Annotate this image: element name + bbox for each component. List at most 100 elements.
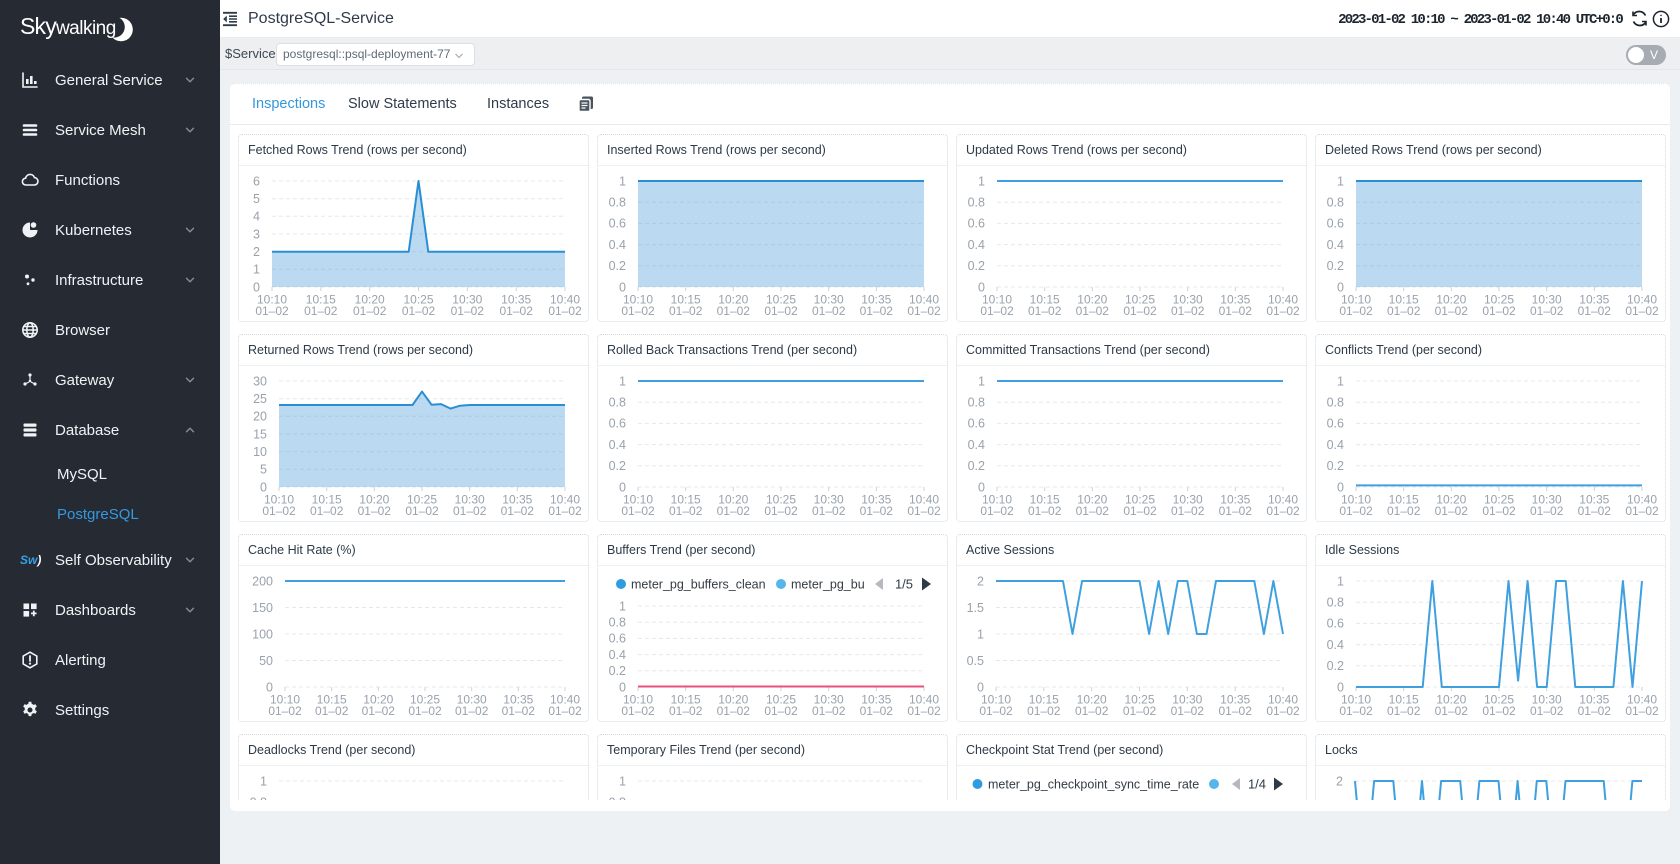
svg-text:01–02: 01–02 — [548, 704, 582, 718]
svg-text:0.2: 0.2 — [609, 664, 626, 678]
svg-text:1: 1 — [619, 374, 626, 388]
svg-text:01–02: 01–02 — [979, 704, 1013, 718]
svg-text:0.4: 0.4 — [609, 648, 626, 662]
svg-text:0.6: 0.6 — [1327, 217, 1344, 231]
svg-text:01–02: 01–02 — [1219, 504, 1253, 518]
svg-text:1.5: 1.5 — [967, 601, 984, 615]
svg-text:1: 1 — [260, 774, 267, 788]
svg-text:01–02: 01–02 — [1530, 304, 1564, 318]
svg-text:1/4: 1/4 — [1248, 777, 1266, 792]
svg-text:01–02: 01–02 — [500, 304, 534, 318]
svg-text:0.8: 0.8 — [1327, 596, 1344, 610]
svg-text:0.8: 0.8 — [1327, 396, 1344, 410]
svg-text:01–02: 01–02 — [980, 304, 1014, 318]
svg-text:2: 2 — [977, 574, 984, 588]
svg-text:0.2: 0.2 — [968, 459, 985, 473]
svg-text:01–02: 01–02 — [1171, 304, 1205, 318]
svg-text:2: 2 — [1336, 774, 1343, 788]
svg-text:01–02: 01–02 — [353, 304, 387, 318]
svg-text:150: 150 — [252, 601, 273, 615]
svg-text:6: 6 — [253, 174, 260, 188]
svg-text:20: 20 — [253, 410, 267, 424]
svg-text:01–02: 01–02 — [1266, 304, 1300, 318]
svg-text:01–02: 01–02 — [621, 504, 655, 518]
svg-text:01–02: 01–02 — [717, 304, 751, 318]
svg-text:01–02: 01–02 — [451, 304, 485, 318]
svg-text:1: 1 — [253, 263, 260, 277]
svg-text:0.6: 0.6 — [609, 632, 626, 646]
svg-text:0.8: 0.8 — [609, 616, 626, 630]
svg-text:01–02: 01–02 — [1625, 504, 1659, 518]
svg-text:200: 200 — [252, 574, 273, 588]
svg-text:01–02: 01–02 — [1339, 304, 1373, 318]
svg-text:0.4: 0.4 — [1327, 238, 1344, 252]
svg-text:01–02: 01–02 — [1027, 704, 1061, 718]
svg-text:0.4: 0.4 — [1327, 438, 1344, 452]
svg-text:01–02: 01–02 — [1076, 304, 1110, 318]
svg-text:01–02: 01–02 — [1123, 304, 1157, 318]
svg-text:0.4: 0.4 — [609, 438, 626, 452]
svg-text:2: 2 — [253, 245, 260, 259]
svg-text:01–02: 01–02 — [717, 504, 751, 518]
svg-text:meter_pg_buffers_clean: meter_pg_buffers_clean — [631, 577, 766, 591]
svg-text:01–02: 01–02 — [1219, 704, 1253, 718]
svg-text:0.2: 0.2 — [968, 259, 985, 273]
svg-text:1: 1 — [619, 774, 626, 788]
svg-text:01–02: 01–02 — [1435, 304, 1469, 318]
svg-text:1: 1 — [1337, 374, 1344, 388]
svg-text:01–02: 01–02 — [812, 704, 846, 718]
svg-text:0.6: 0.6 — [1327, 617, 1344, 631]
svg-text:0.2: 0.2 — [609, 259, 626, 273]
svg-text:0.8: 0.8 — [968, 196, 985, 210]
svg-text:01–02: 01–02 — [860, 704, 894, 718]
svg-text:01–02: 01–02 — [315, 704, 349, 718]
svg-text:01–02: 01–02 — [1266, 504, 1300, 518]
svg-text:0.2: 0.2 — [1327, 659, 1344, 673]
svg-text:01–02: 01–02 — [764, 304, 798, 318]
svg-text:01–02: 01–02 — [1028, 504, 1062, 518]
svg-text:01–02: 01–02 — [1387, 704, 1421, 718]
svg-text:01–02: 01–02 — [548, 504, 582, 518]
svg-text:01–02: 01–02 — [1530, 704, 1564, 718]
svg-text:1: 1 — [619, 174, 626, 188]
svg-text:01–02: 01–02 — [1075, 704, 1109, 718]
svg-text:01–02: 01–02 — [621, 704, 655, 718]
svg-text:01–02: 01–02 — [980, 504, 1014, 518]
svg-text:0.8: 0.8 — [250, 796, 267, 801]
svg-text:01–02: 01–02 — [1028, 304, 1062, 318]
svg-text:01–02: 01–02 — [455, 704, 489, 718]
svg-text:01–02: 01–02 — [255, 304, 289, 318]
svg-text:50: 50 — [259, 654, 273, 668]
svg-text:01–02: 01–02 — [907, 704, 941, 718]
svg-text:01–02: 01–02 — [1123, 504, 1157, 518]
svg-text:25: 25 — [253, 392, 267, 406]
svg-text:0.8: 0.8 — [968, 396, 985, 410]
svg-text:1: 1 — [978, 174, 985, 188]
svg-text:01–02: 01–02 — [362, 704, 396, 718]
svg-text:01–02: 01–02 — [1578, 504, 1612, 518]
svg-text:01–02: 01–02 — [453, 504, 487, 518]
svg-text:0.6: 0.6 — [609, 217, 626, 231]
svg-text:01–02: 01–02 — [1435, 704, 1469, 718]
svg-text:0.2: 0.2 — [609, 459, 626, 473]
svg-text:01–02: 01–02 — [304, 304, 338, 318]
svg-text:1: 1 — [1337, 174, 1344, 188]
svg-text:0.4: 0.4 — [609, 238, 626, 252]
svg-text:01–02: 01–02 — [1482, 704, 1516, 718]
svg-text:01–02: 01–02 — [764, 704, 798, 718]
svg-text:01–02: 01–02 — [268, 704, 302, 718]
svg-text:01–02: 01–02 — [1625, 704, 1659, 718]
svg-text:4: 4 — [253, 210, 260, 224]
svg-text:0.2: 0.2 — [1327, 259, 1344, 273]
svg-text:01–02: 01–02 — [1578, 304, 1612, 318]
svg-text:01–02: 01–02 — [1435, 504, 1469, 518]
svg-text:10: 10 — [253, 445, 267, 459]
svg-text:1: 1 — [978, 799, 985, 800]
svg-text:01–02: 01–02 — [502, 704, 536, 718]
svg-text:0.8: 0.8 — [1327, 196, 1344, 210]
svg-text:0.4: 0.4 — [968, 238, 985, 252]
svg-text:01–02: 01–02 — [1625, 304, 1659, 318]
svg-text:0.8: 0.8 — [609, 396, 626, 410]
svg-text:meter_pg_checkpoint_sync_time_: meter_pg_checkpoint_sync_time_rate — [988, 777, 1199, 791]
svg-text:0.6: 0.6 — [968, 217, 985, 231]
